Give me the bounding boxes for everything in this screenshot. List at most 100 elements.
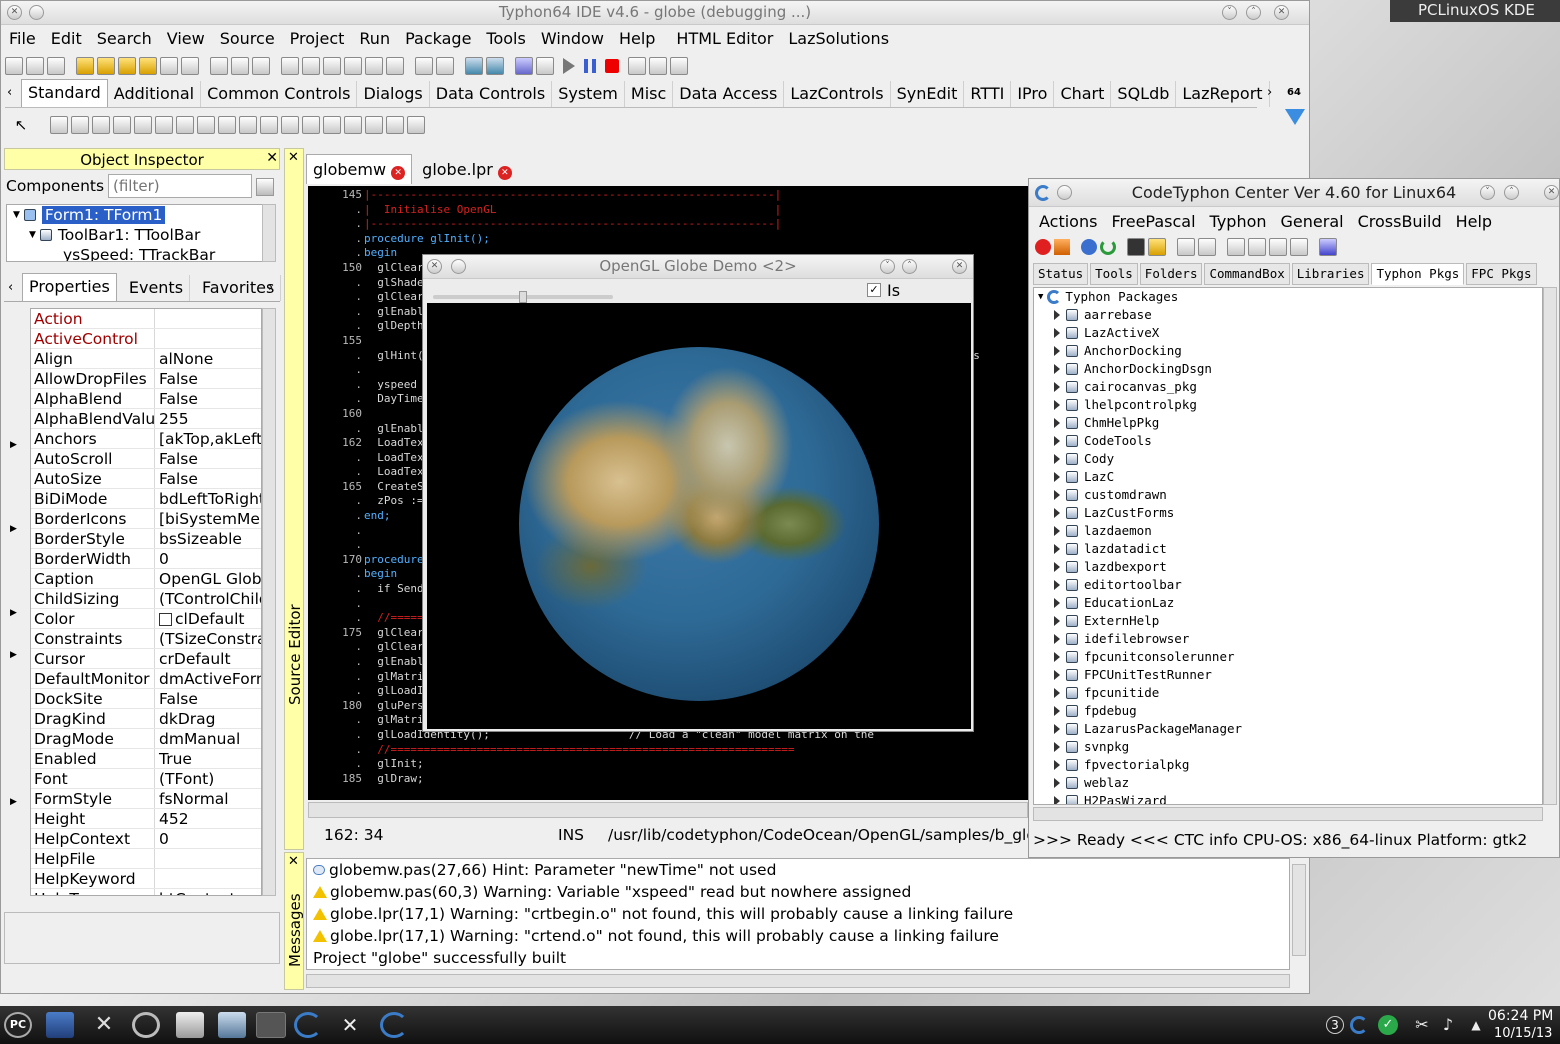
property-row[interactable]: HelpKeyword [31, 869, 261, 889]
package-node[interactable]: LazCustForms [1034, 504, 1542, 522]
show-desktop-icon[interactable] [46, 1012, 74, 1038]
messages-vscrollbar[interactable] [1292, 864, 1306, 956]
property-grid-scrollbar[interactable] [262, 308, 276, 896]
stop-icon[interactable] [605, 59, 619, 73]
property-value[interactable]: dkDrag [155, 709, 261, 728]
trackbar-thumb[interactable] [519, 291, 527, 303]
expand-icon[interactable] [1054, 706, 1060, 716]
property-value[interactable]: [biSystemMenu] [155, 509, 261, 528]
exit-icon[interactable] [1177, 238, 1195, 256]
expand-icon[interactable]: ▶ [10, 650, 17, 660]
property-row[interactable]: AutoScroll False [31, 449, 261, 469]
tray-updates-badge[interactable]: 3 [1326, 1016, 1344, 1034]
tab-commandbox[interactable]: CommandBox [1204, 263, 1290, 285]
tab-data-access[interactable]: Data Access [673, 81, 785, 107]
package-node[interactable]: fpvectorialpkg [1034, 756, 1542, 774]
property-row[interactable]: Caption OpenGL Globe [31, 569, 261, 589]
expand-icon[interactable]: ▶ [10, 440, 17, 450]
expand-icon[interactable] [1054, 724, 1060, 734]
expand-icon[interactable] [1054, 670, 1060, 680]
tab-status[interactable]: Status [1033, 263, 1089, 285]
property-value[interactable]: OpenGL Globe [155, 569, 261, 588]
tray-ok-icon[interactable]: ✓ [1378, 1015, 1398, 1035]
property-value[interactable]: 255 [155, 409, 261, 428]
menu-tools[interactable]: Tools [486, 29, 525, 48]
property-row[interactable]: Font (TFont) [31, 769, 261, 789]
project-options-icon[interactable] [344, 57, 362, 75]
property-value[interactable]: False [155, 449, 261, 468]
expand-icon[interactable] [1054, 526, 1060, 536]
expand-icon[interactable] [1054, 346, 1060, 356]
property-value[interactable]: fsNormal [155, 789, 261, 808]
package-node[interactable]: ChmHelpPkg [1034, 414, 1542, 432]
tree-node-ysspeed[interactable]: ysSpeed: TTrackBar [7, 245, 263, 261]
step-over-icon[interactable] [649, 57, 667, 75]
find-in-files-icon[interactable] [181, 57, 199, 75]
message-line[interactable]: globe.lpr(17,1) Warning: "crtend.o" not … [307, 925, 1289, 947]
menu-edit[interactable]: Edit [51, 29, 82, 48]
expand-icon[interactable] [1054, 328, 1060, 338]
package-node[interactable]: lhelpcontrolpkg [1034, 396, 1542, 414]
tradiogroup-icon[interactable] [323, 116, 341, 134]
expand-icon[interactable] [1054, 652, 1060, 662]
system-settings-icon[interactable]: ✕ [90, 1012, 118, 1038]
sticky-icon[interactable] [451, 259, 466, 274]
property-row[interactable]: Cursor crDefault [31, 649, 261, 669]
palette-scroll-right-icon[interactable]: › [1267, 85, 1272, 100]
property-row[interactable]: FormStyle fsNormal [31, 789, 261, 809]
menu-run[interactable]: Run [359, 29, 390, 48]
tray-clipboard-icon[interactable]: ✂ [1408, 1014, 1436, 1040]
menu-crossbuild[interactable]: CrossBuild [1358, 212, 1442, 231]
sticky-icon[interactable] [1057, 185, 1072, 200]
debug-icon[interactable] [515, 57, 533, 75]
build-icon[interactable] [415, 57, 433, 75]
expand-icon[interactable] [1054, 454, 1060, 464]
open-project-icon[interactable] [118, 57, 136, 75]
maximize-button[interactable]: ˄ [1246, 5, 1261, 20]
package-node[interactable]: svnpkg [1034, 738, 1542, 756]
package-node[interactable]: Cody [1034, 450, 1542, 468]
new-unit-icon[interactable] [47, 57, 65, 75]
editor-hscrollbar[interactable] [308, 802, 1028, 818]
property-value[interactable]: True [155, 749, 261, 768]
object-inspector-close-icon[interactable]: ✕ [266, 150, 278, 166]
project-inspector-icon[interactable] [365, 57, 383, 75]
package-node[interactable]: LazActiveX [1034, 324, 1542, 342]
expand-icon[interactable] [1054, 418, 1060, 428]
package-node[interactable]: weblaz [1034, 774, 1542, 792]
property-value[interactable]: clDefault [155, 609, 261, 628]
tab-events[interactable]: Events [123, 275, 191, 301]
property-value[interactable] [155, 849, 261, 868]
source-editor-close-icon[interactable]: ✕ [288, 150, 299, 165]
package-node[interactable]: ExternHelp [1034, 612, 1542, 630]
find-icon[interactable] [160, 57, 178, 75]
tab-lazcontrols[interactable]: LazControls [784, 81, 891, 107]
property-row[interactable]: Align alNone [31, 349, 261, 369]
property-value[interactable]: bsSizeable [155, 529, 261, 548]
expand-icon[interactable] [1054, 472, 1060, 482]
property-value[interactable]: bdLeftToRight [155, 489, 261, 508]
minimize-button[interactable]: ˅ [880, 259, 895, 274]
menu-file[interactable]: File [9, 29, 36, 48]
chart-icon[interactable] [1319, 238, 1337, 256]
expand-icon[interactable] [1054, 616, 1060, 626]
menu-source[interactable]: Source [220, 29, 275, 48]
menu-window[interactable]: Window [541, 29, 604, 48]
expand-icon[interactable] [1054, 400, 1060, 410]
property-value[interactable]: (TSizeConstraints) [155, 629, 261, 648]
property-value[interactable]: 0 [155, 829, 261, 848]
compile-icon[interactable] [436, 57, 454, 75]
package-node[interactable]: fpcunitide [1034, 684, 1542, 702]
build-typhon-icon[interactable] [1269, 238, 1287, 256]
debug-options-icon[interactable] [536, 57, 554, 75]
expand-icon[interactable] [1054, 598, 1060, 608]
property-value[interactable] [155, 869, 261, 888]
property-row[interactable]: Constraints(TSizeConstraints) [31, 629, 261, 649]
menu-freepascal[interactable]: FreePascal [1111, 212, 1195, 231]
property-value[interactable]: False [155, 689, 261, 708]
tray-volume-icon[interactable]: ♪ [1434, 1014, 1462, 1040]
property-row[interactable]: AutoSize False [31, 469, 261, 489]
expand-icon[interactable] [1054, 544, 1060, 554]
messages-hscrollbar[interactable] [306, 974, 1290, 988]
expand-icon[interactable] [1054, 562, 1060, 572]
